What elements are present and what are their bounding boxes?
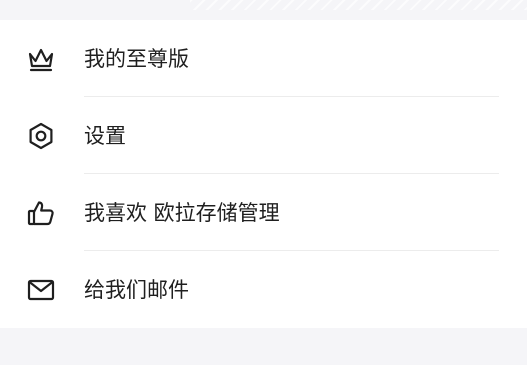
mail-icon [26,275,56,305]
menu-item-label: 设置 [84,124,126,148]
decorative-pattern [190,0,527,10]
menu-item-label: 我的至尊版 [84,47,189,71]
menu-item-label: 给我们邮件 [84,278,189,302]
settings-hexagon-icon [26,121,56,151]
menu-item-email-us[interactable]: 给我们邮件 [0,251,527,328]
menu-item-label: 我喜欢 欧拉存储管理 [84,201,280,225]
menu-item-settings[interactable]: 设置 [0,97,527,174]
crown-icon [26,44,56,74]
menu-item-like-app[interactable]: 我喜欢 欧拉存储管理 [0,174,527,251]
top-background-strip [0,0,527,20]
menu-item-premium[interactable]: 我的至尊版 [0,20,527,97]
settings-menu-card: 我的至尊版 设置 我喜欢 欧拉存储管理 给我们邮件 [0,20,527,328]
thumbs-up-icon [26,198,56,228]
